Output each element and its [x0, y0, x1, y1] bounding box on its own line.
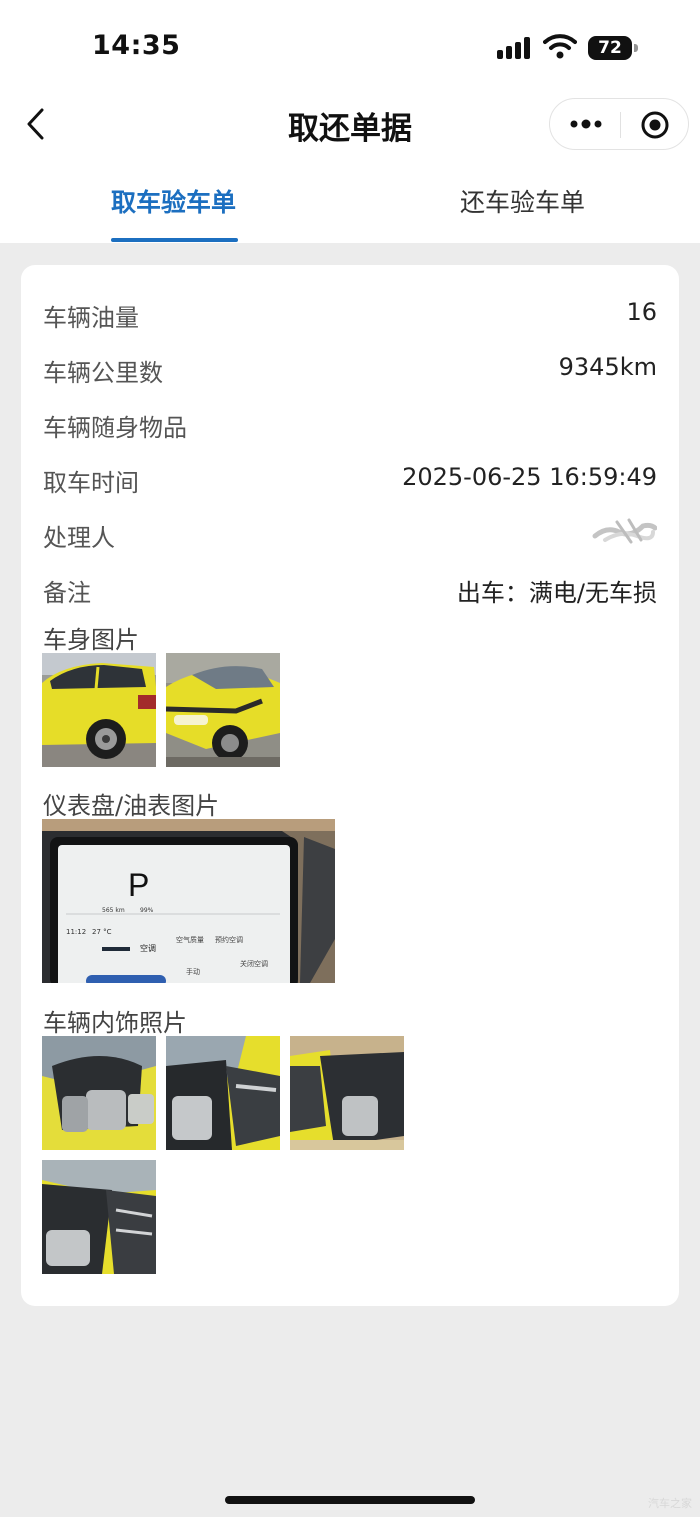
watermark: 汽车之家 [648, 1497, 692, 1510]
target-icon[interactable] [639, 109, 671, 141]
mini-program-capsule [549, 98, 689, 150]
redacted-signature [592, 518, 657, 544]
dashboard-tab-air-quality: 空气质量 [176, 936, 204, 944]
dashboard-mode: 手动 [186, 968, 200, 976]
home-indicator[interactable] [225, 1496, 475, 1504]
mileage-label: 车辆公里数 [43, 359, 163, 387]
active-tab-indicator [111, 238, 238, 242]
battery-level: 72 [588, 36, 632, 60]
body-photo-2[interactable] [166, 653, 280, 767]
remark-label: 备注 [43, 579, 91, 607]
dashboard-tab-ac: 空调 [140, 944, 156, 953]
dashboard-time: 11:12 [66, 928, 87, 936]
battery-icon: 72 [588, 36, 638, 60]
more-dots-icon[interactable] [568, 112, 604, 136]
dashboard-gear: P [128, 867, 150, 903]
detail-row-remark: 备注 出车：满电/无车损 [43, 573, 657, 609]
interior-photo-1[interactable] [42, 1036, 156, 1150]
interior-photo-3[interactable] [290, 1036, 404, 1150]
body-photo-1[interactable] [42, 653, 156, 767]
dashboard-photos-title: 仪表盘/油表图片 [43, 792, 220, 820]
fuel-value: 16 [626, 298, 657, 326]
signal-icon [497, 37, 530, 59]
detail-row-handler: 处理人 [43, 518, 657, 554]
remark-value: 出车：满电/无车损 [456, 579, 657, 607]
inspection-card: 车辆油量 16 车辆公里数 9345km 车辆随身物品 取车时间 2025-06… [21, 265, 679, 1306]
dashboard-temperature: 27 °C [92, 928, 112, 936]
status-time: 14:35 [92, 30, 181, 61]
mileage-value: 9345km [558, 353, 657, 381]
dashboard-photo[interactable]: P 565 km 99% 11:12 27 °C 空调 空气质量 预约空调 手动… [42, 819, 335, 983]
detail-row-fuel: 车辆油量 16 [43, 298, 657, 334]
fuel-label: 车辆油量 [43, 304, 139, 332]
belongings-label: 车辆随身物品 [43, 414, 187, 442]
header-area: 14:35 72 取还单据 取车验车单 还车验车单 [0, 0, 700, 243]
handler-label: 处理人 [43, 524, 115, 552]
tab-pickup-inspection[interactable]: 取车验车单 [111, 183, 236, 219]
body-photos-title: 车身图片 [43, 626, 139, 654]
pickup-time-label: 取车时间 [43, 469, 139, 497]
dashboard-range: 565 km [102, 907, 125, 914]
wifi-icon [543, 34, 577, 59]
detail-row-pickup-time: 取车时间 2025-06-25 16:59:49 [43, 463, 657, 499]
dashboard-battery: 99% [140, 907, 154, 914]
interior-photos-title: 车辆内饰照片 [43, 1009, 187, 1037]
interior-photo-4[interactable] [42, 1160, 156, 1274]
pickup-time-value: 2025-06-25 16:59:49 [402, 463, 657, 491]
dashboard-tab-schedule-ac: 预约空调 [215, 936, 243, 944]
detail-row-mileage: 车辆公里数 9345km [43, 353, 657, 389]
interior-photo-2[interactable] [166, 1036, 280, 1150]
detail-row-belongings: 车辆随身物品 [43, 408, 657, 444]
tab-return-inspection[interactable]: 还车验车单 [460, 183, 585, 219]
dashboard-ac-off: 关闭空调 [240, 960, 268, 968]
